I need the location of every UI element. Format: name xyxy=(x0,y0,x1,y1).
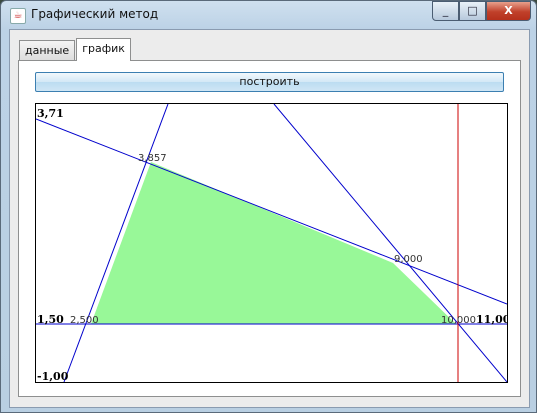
build-button[interactable]: построить xyxy=(35,72,504,92)
vertex-label: 10,000 xyxy=(441,315,476,326)
close-button[interactable]: X xyxy=(486,1,531,21)
graph-svg: 3,71 1,50 -1,00 11,00 2,500 3,857 9,000 … xyxy=(36,104,507,382)
java-icon: ☕ xyxy=(10,8,26,24)
title-bar[interactable]: ☕ Графический метод _ □ X xyxy=(1,1,536,29)
vertex-label: 2,500 xyxy=(70,315,99,326)
vertex-label: 3,857 xyxy=(138,153,167,164)
tab-strip: данные график xyxy=(19,38,132,61)
y-label-bottom: -1,00 xyxy=(37,370,69,382)
graph-canvas: 3,71 1,50 -1,00 11,00 2,500 3,857 9,000 … xyxy=(35,103,508,383)
tab-graph[interactable]: график xyxy=(76,38,131,61)
feasible-region xyxy=(91,162,456,324)
window-controls: _ □ X xyxy=(432,1,531,21)
tab-data[interactable]: данные xyxy=(19,40,76,61)
window-title: Графический метод xyxy=(31,7,159,21)
maximize-button[interactable]: □ xyxy=(459,1,486,21)
y-label-mid: 1,50 xyxy=(37,313,64,326)
minimize-button[interactable]: _ xyxy=(432,1,459,21)
vertex-label: 9,000 xyxy=(394,254,423,265)
x-label-right: 11,00 xyxy=(476,313,507,326)
app-window: ☕ Графический метод _ □ X данные график … xyxy=(0,0,537,413)
y-label-top: 3,71 xyxy=(37,107,64,120)
graph-tab-panel: построить 3,71 1,50 -1,00 11,00 2,500 3,… xyxy=(18,60,521,397)
client-area: данные график построить 3,71 1,50 -1,00 … xyxy=(9,29,530,408)
